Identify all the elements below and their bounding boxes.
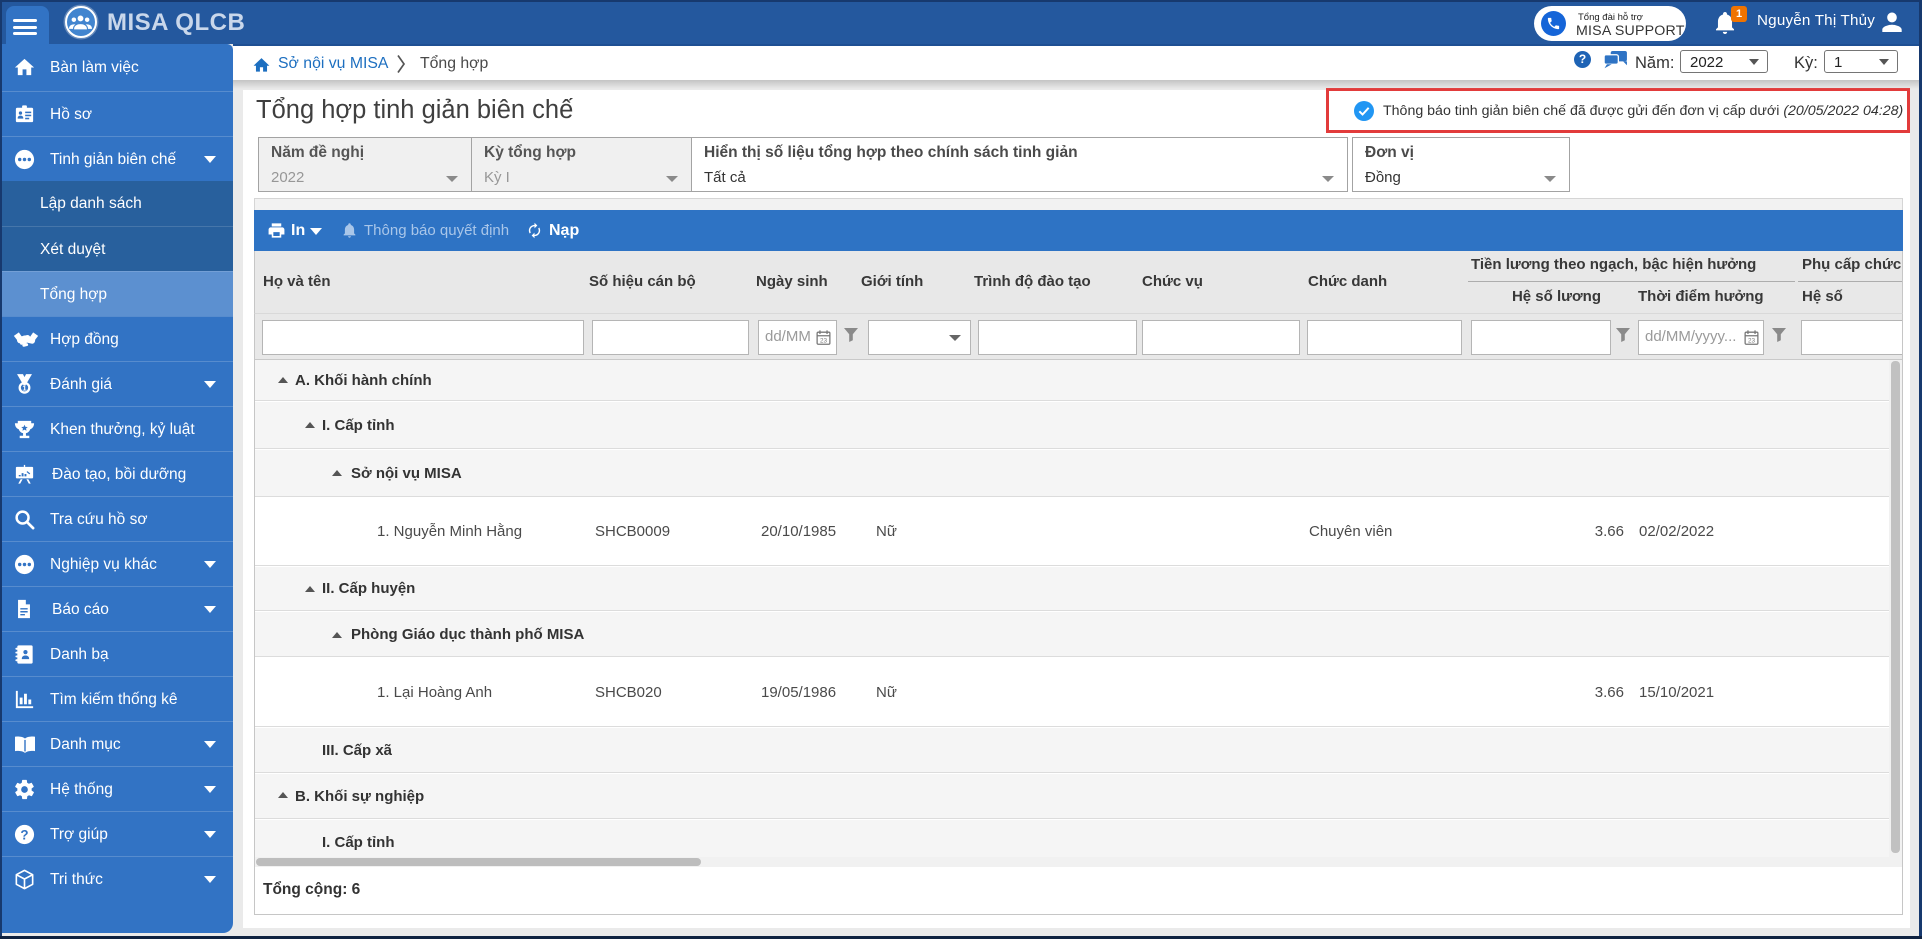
svg-text:23: 23	[820, 337, 828, 344]
svg-text:23: 23	[1748, 337, 1756, 344]
svg-text:1: 1	[22, 383, 27, 392]
svg-text:?: ?	[20, 827, 28, 842]
